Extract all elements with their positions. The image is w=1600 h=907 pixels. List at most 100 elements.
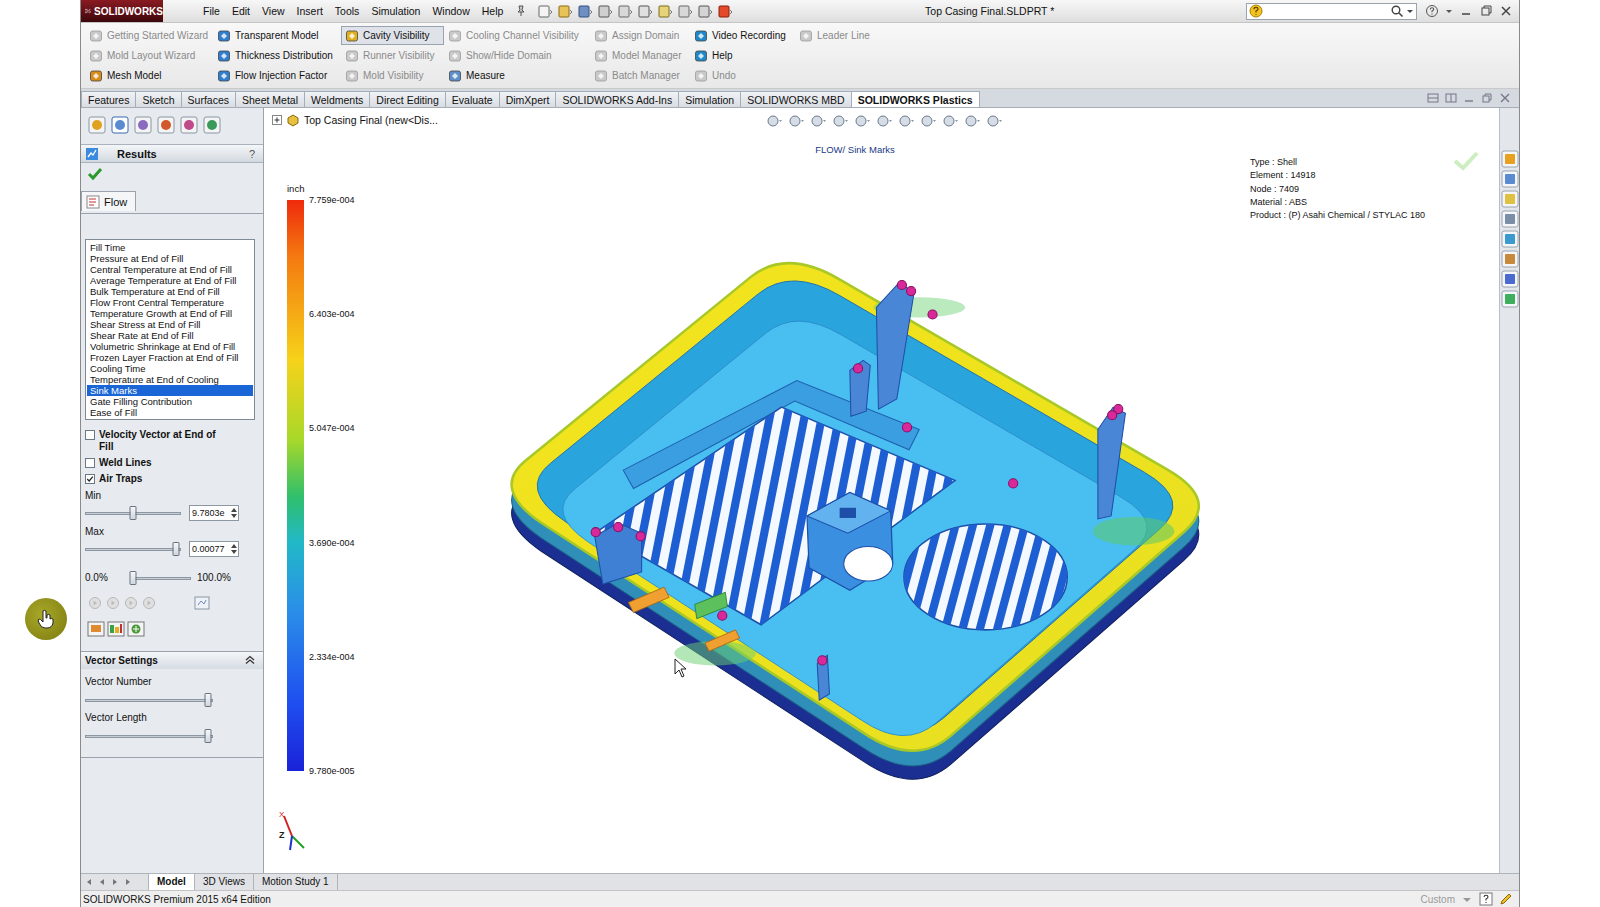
result-item[interactable]: Temperature at End of Cooling (87, 374, 253, 385)
command-button[interactable]: Getting Started Wizard (85, 26, 213, 45)
air-trap-marker[interactable] (902, 423, 911, 432)
menu-item[interactable]: View (256, 5, 291, 17)
save-icon[interactable] (577, 4, 593, 19)
result-item[interactable]: Shear Rate at End of Fill (87, 330, 253, 341)
select-arrow-icon[interactable] (637, 4, 653, 19)
report-icon[interactable] (87, 621, 105, 637)
ok-check-icon[interactable] (87, 166, 103, 182)
command-button[interactable]: Help (690, 46, 795, 65)
manager-tab-icon[interactable] (179, 115, 199, 135)
command-button[interactable]: Flow Injection Factor (213, 66, 341, 85)
command-button[interactable]: Model Manager (590, 46, 690, 65)
export-icon[interactable] (193, 595, 211, 611)
section-view-icon[interactable] (832, 114, 850, 128)
air-trap-marker[interactable] (897, 280, 906, 289)
checkbox[interactable] (85, 474, 95, 484)
manager-tab-icon[interactable] (110, 115, 130, 135)
zoom-fit-icon[interactable] (766, 114, 784, 128)
air-trap-marker[interactable] (636, 532, 645, 541)
command-button[interactable]: Transparent Model (213, 26, 341, 45)
air-trap-marker[interactable] (591, 528, 600, 537)
help-dropdown-icon[interactable] (1445, 4, 1453, 18)
hide-show-icon[interactable] (898, 114, 916, 128)
menu-item[interactable]: Edit (226, 5, 256, 17)
flow-tab[interactable]: Flow (81, 191, 136, 211)
checkbox[interactable] (85, 458, 95, 468)
doc-close-icon[interactable] (1499, 92, 1511, 104)
result-item[interactable]: Volumetric Shrinkage at End of Fill (87, 341, 253, 352)
slider-thumb[interactable] (204, 693, 211, 707)
magnifier-icon[interactable] (1390, 4, 1404, 18)
tab-scroll-arrow-icon[interactable] (122, 876, 134, 888)
tile-horizontal-icon[interactable] (1427, 92, 1439, 104)
result-item[interactable]: Shear Stress at End of Fill (87, 319, 253, 330)
undo-icon[interactable] (617, 4, 633, 19)
spinner-icon[interactable] (230, 542, 238, 556)
air-trap-marker[interactable] (1108, 411, 1117, 420)
range-slider[interactable] (133, 571, 191, 585)
previous-view-icon[interactable] (810, 114, 828, 128)
menu-item[interactable]: Tools (329, 5, 366, 17)
option-checkbox[interactable]: Air Traps (85, 473, 255, 485)
result-item[interactable]: Ease of Fill (87, 407, 253, 418)
expand-icon[interactable] (272, 115, 282, 125)
tab-scroll-arrow-icon[interactable] (96, 876, 108, 888)
manager-tab-icon[interactable] (156, 115, 176, 135)
collapse-chevron-icon[interactable] (245, 655, 255, 665)
playback-icon[interactable] (123, 596, 139, 610)
help-icon[interactable] (1425, 4, 1439, 18)
command-button[interactable]: Show/Hide Domain (444, 46, 590, 65)
model-tab[interactable]: Motion Study 1 (254, 874, 338, 890)
result-item[interactable]: Temperature Growth at End of Fill (87, 308, 253, 319)
command-button[interactable]: Mold Layout Wizard (85, 46, 213, 65)
task-pane-icon[interactable] (1501, 170, 1519, 188)
command-button[interactable]: Leader Line (795, 26, 874, 45)
feature-tree-flyout[interactable]: Top Casing Final (new<Dis... (272, 113, 438, 127)
menu-item[interactable]: Help (476, 5, 510, 17)
task-pane-icon[interactable] (1501, 150, 1519, 168)
pin-icon[interactable] (515, 5, 527, 17)
command-tab[interactable]: Features (81, 91, 136, 107)
tab-scroll-arrow-icon[interactable] (109, 876, 121, 888)
air-trap-marker[interactable] (614, 523, 623, 532)
task-pane-icon[interactable] (1501, 270, 1519, 288)
air-trap-marker[interactable] (1009, 479, 1018, 488)
search-field[interactable] (1246, 3, 1417, 20)
app-logo[interactable]: SOLIDWORKS (81, 0, 163, 22)
rebuild-icon[interactable] (657, 4, 673, 19)
air-trap-marker[interactable] (907, 287, 916, 296)
command-button[interactable]: Mesh Model (85, 66, 213, 85)
option-checkbox[interactable]: Velocity Vector at End of Fill (85, 429, 255, 453)
command-button[interactable]: Video Recording (690, 26, 795, 45)
unit-system[interactable]: Custom (1421, 894, 1455, 905)
display-pane-icon[interactable] (986, 114, 1004, 128)
doc-minimize-icon[interactable] (1463, 92, 1475, 104)
checkbox[interactable] (85, 430, 95, 440)
vector-slider[interactable] (85, 729, 213, 743)
result-item[interactable]: Flow Front Central Temperature (87, 297, 253, 308)
result-item[interactable]: Pressure at End of Fill (87, 253, 253, 264)
part-model[interactable] (264, 108, 1499, 873)
command-tab[interactable]: Sheet Metal (235, 91, 305, 107)
units-dropdown-icon[interactable] (1461, 893, 1473, 905)
air-trap-marker[interactable] (818, 656, 827, 665)
result-item[interactable]: Average Temperature at End of Fill (87, 275, 253, 286)
plot-settings-icon[interactable] (107, 621, 125, 637)
confirm-corner-check-icon[interactable] (1452, 150, 1480, 172)
task-pane-icon[interactable] (1501, 210, 1519, 228)
max-slider[interactable] (85, 542, 181, 556)
min-value[interactable]: 9.7803e (189, 505, 239, 521)
status-help-icon[interactable] (1479, 892, 1493, 906)
command-tab[interactable]: SOLIDWORKS Add-Ins (555, 91, 679, 107)
close-icon[interactable] (1499, 4, 1513, 18)
model-tab[interactable]: Model (148, 874, 195, 890)
command-tab[interactable]: Simulation (678, 91, 741, 107)
menu-item[interactable]: Insert (291, 5, 329, 17)
dropdown-arrow-icon[interactable] (1406, 4, 1414, 18)
manager-tab-icon[interactable] (133, 115, 153, 135)
view-orientation-icon[interactable] (854, 114, 872, 128)
playback-icon[interactable] (87, 596, 103, 610)
graphics-area[interactable]: Top Casing Final (new<Dis...FLOW/ Sink M… (264, 108, 1499, 873)
doc-restore-icon[interactable] (1481, 92, 1493, 104)
air-trap-marker[interactable] (853, 364, 862, 373)
